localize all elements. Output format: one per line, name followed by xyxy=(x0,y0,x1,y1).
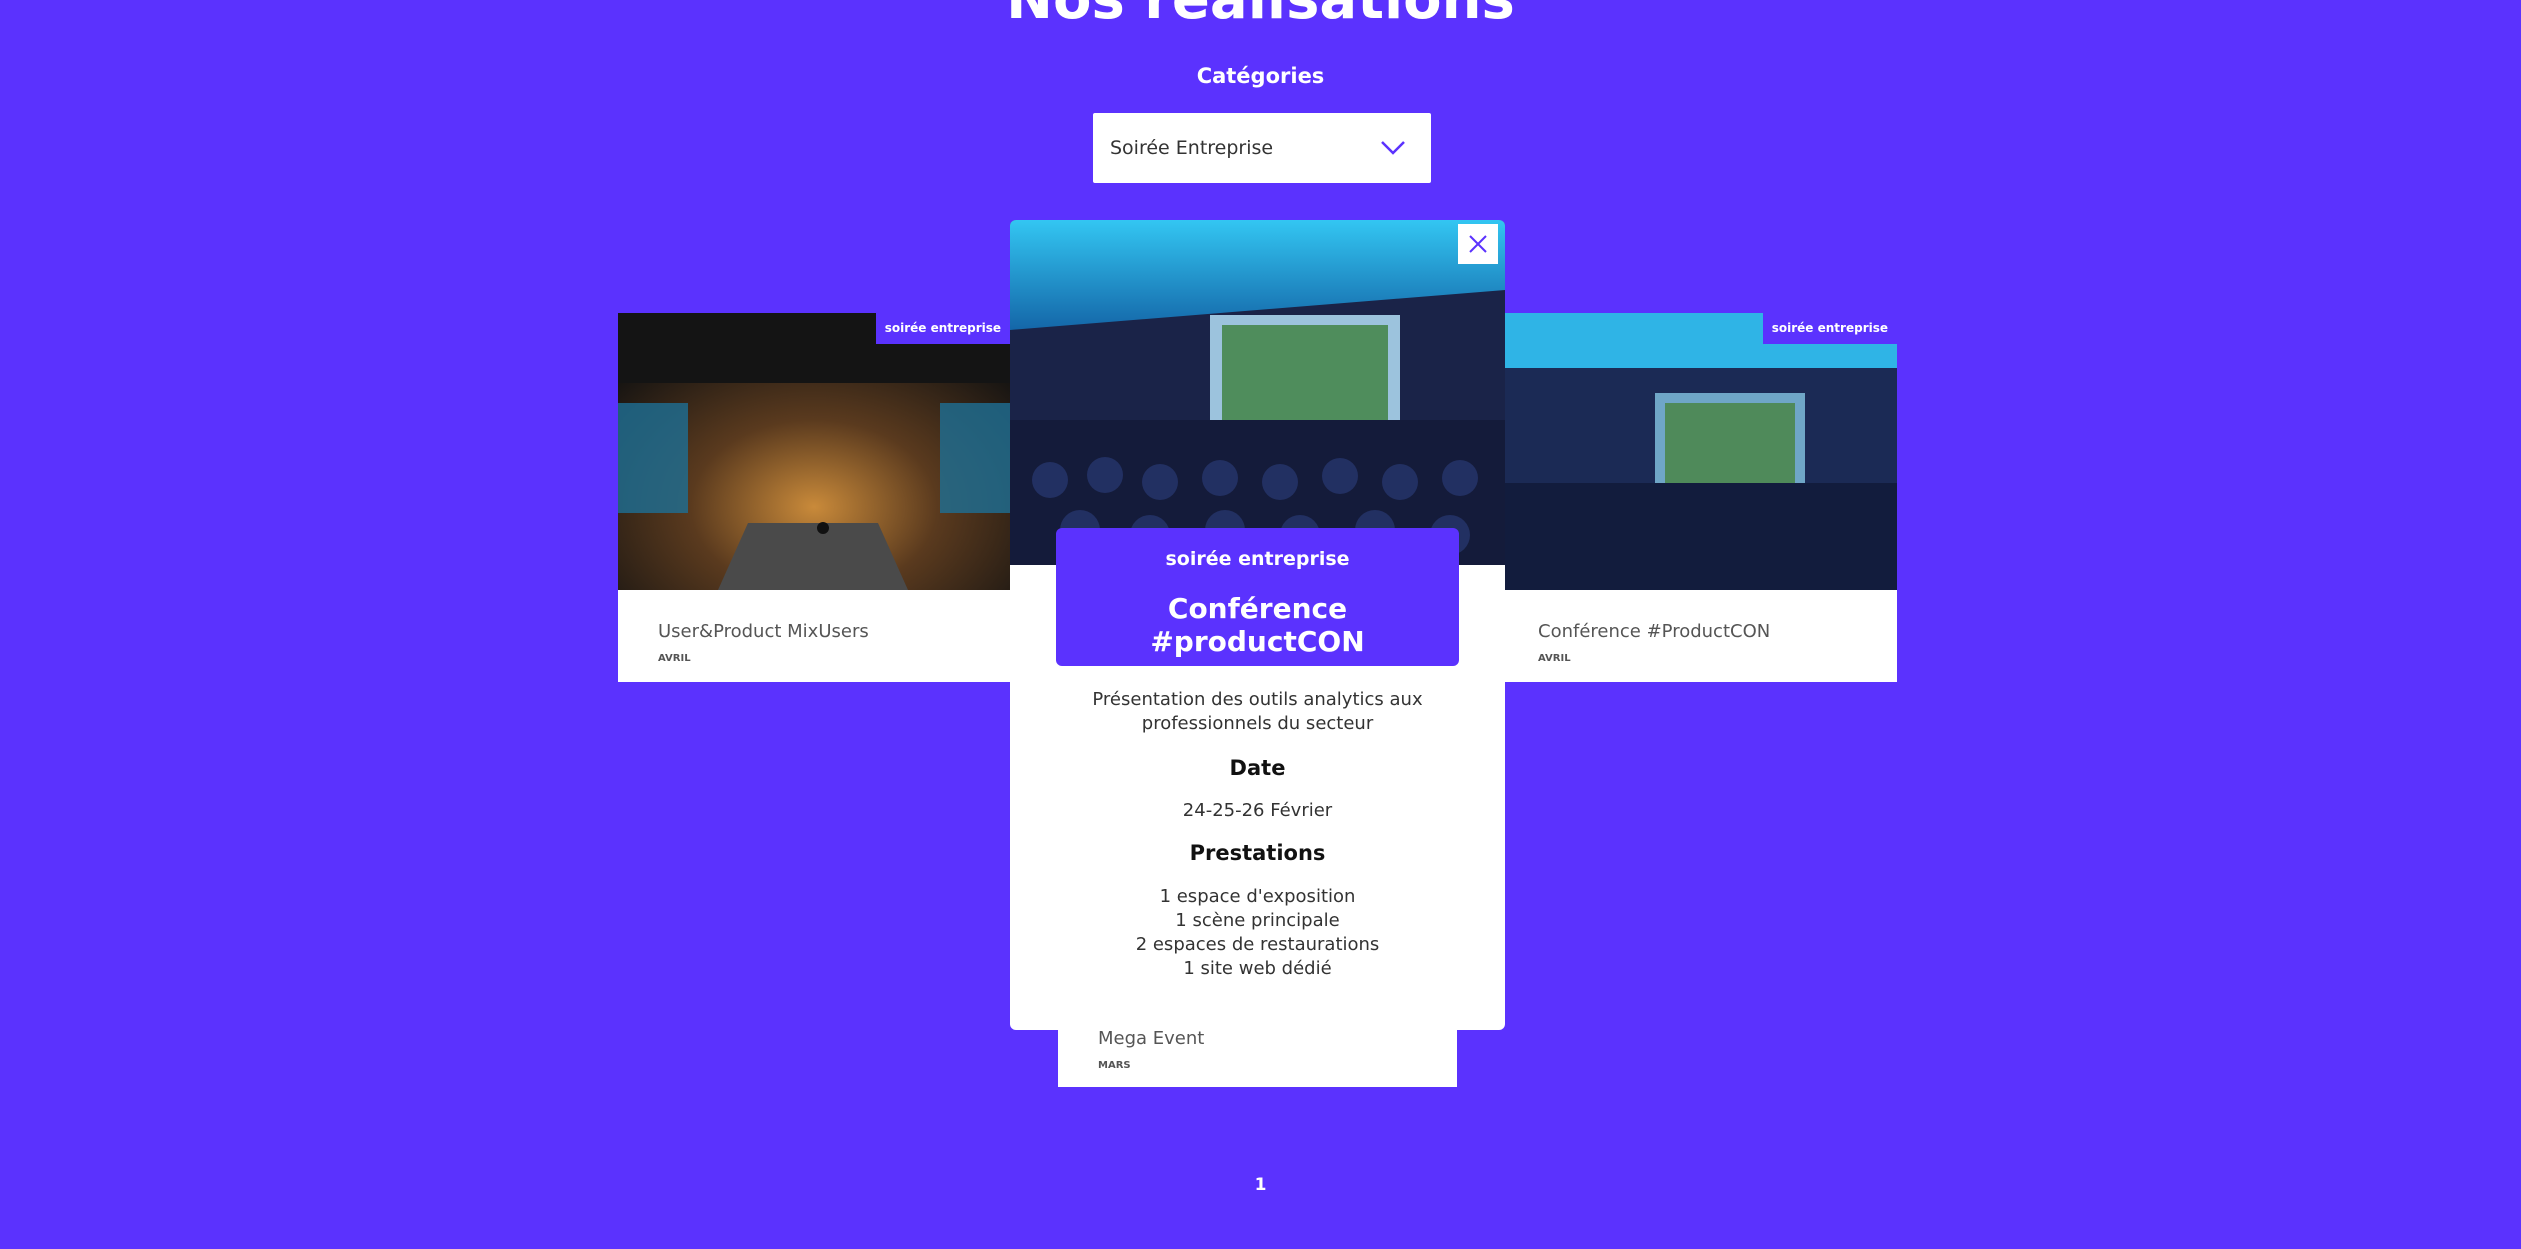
event-photo xyxy=(618,313,1010,590)
category-badge: soirée entreprise xyxy=(875,313,1010,344)
category-badge: soirée entreprise xyxy=(1762,313,1897,344)
modal-category: soirée entreprise xyxy=(1165,548,1350,570)
services-heading: Prestations xyxy=(1189,841,1326,865)
event-name: User&Product MixUsers xyxy=(658,621,869,642)
page-title: Nos réalisations xyxy=(0,0,2521,34)
event-month: AVRIL xyxy=(658,653,691,664)
modal-header: soirée entreprise Conférence #productCON xyxy=(1056,528,1459,666)
service-item: 1 scène principale xyxy=(1175,910,1340,931)
event-card[interactable]: soirée entreprise Conférence #ProductCON… xyxy=(1505,313,1897,682)
close-button[interactable] xyxy=(1458,224,1498,264)
event-month: MARS xyxy=(1098,1060,1131,1071)
categories-label: Catégories xyxy=(1196,64,1325,88)
chevron-down-icon xyxy=(1381,141,1405,155)
close-icon xyxy=(1469,235,1487,253)
date-heading: Date xyxy=(1229,756,1286,780)
modal-body: Présentation des outils analytics aux pr… xyxy=(1010,688,1505,981)
service-item: 1 espace d'exposition xyxy=(1159,886,1356,907)
category-select[interactable]: Soirée Entreprise xyxy=(1093,113,1431,183)
modal-event-photo xyxy=(1010,220,1505,565)
event-photo xyxy=(1505,313,1897,590)
category-select-value: Soirée Entreprise xyxy=(1110,137,1274,159)
service-item: 2 espaces de restaurations xyxy=(1135,934,1380,955)
event-name: Mega Event xyxy=(1098,1028,1205,1049)
event-month: AVRIL xyxy=(1538,653,1571,664)
pagination-page[interactable]: 1 xyxy=(0,1175,2521,1195)
description-line: Présentation des outils analytics aux xyxy=(1092,689,1423,710)
modal-title: Conférence #productCON xyxy=(1150,592,1365,658)
event-date: 24-25-26 Février xyxy=(1182,800,1333,821)
modal-description: Présentation des outils analytics aux pr… xyxy=(1010,688,1505,736)
description-line: professionnels du secteur xyxy=(1141,713,1374,734)
event-card[interactable]: soirée entreprise User&Product MixUsers … xyxy=(618,313,1010,682)
event-name: Conférence #ProductCON xyxy=(1538,621,1771,642)
services-list: 1 espace d'exposition 1 scène principale… xyxy=(1010,885,1505,981)
service-item: 1 site web dédié xyxy=(1183,958,1332,979)
